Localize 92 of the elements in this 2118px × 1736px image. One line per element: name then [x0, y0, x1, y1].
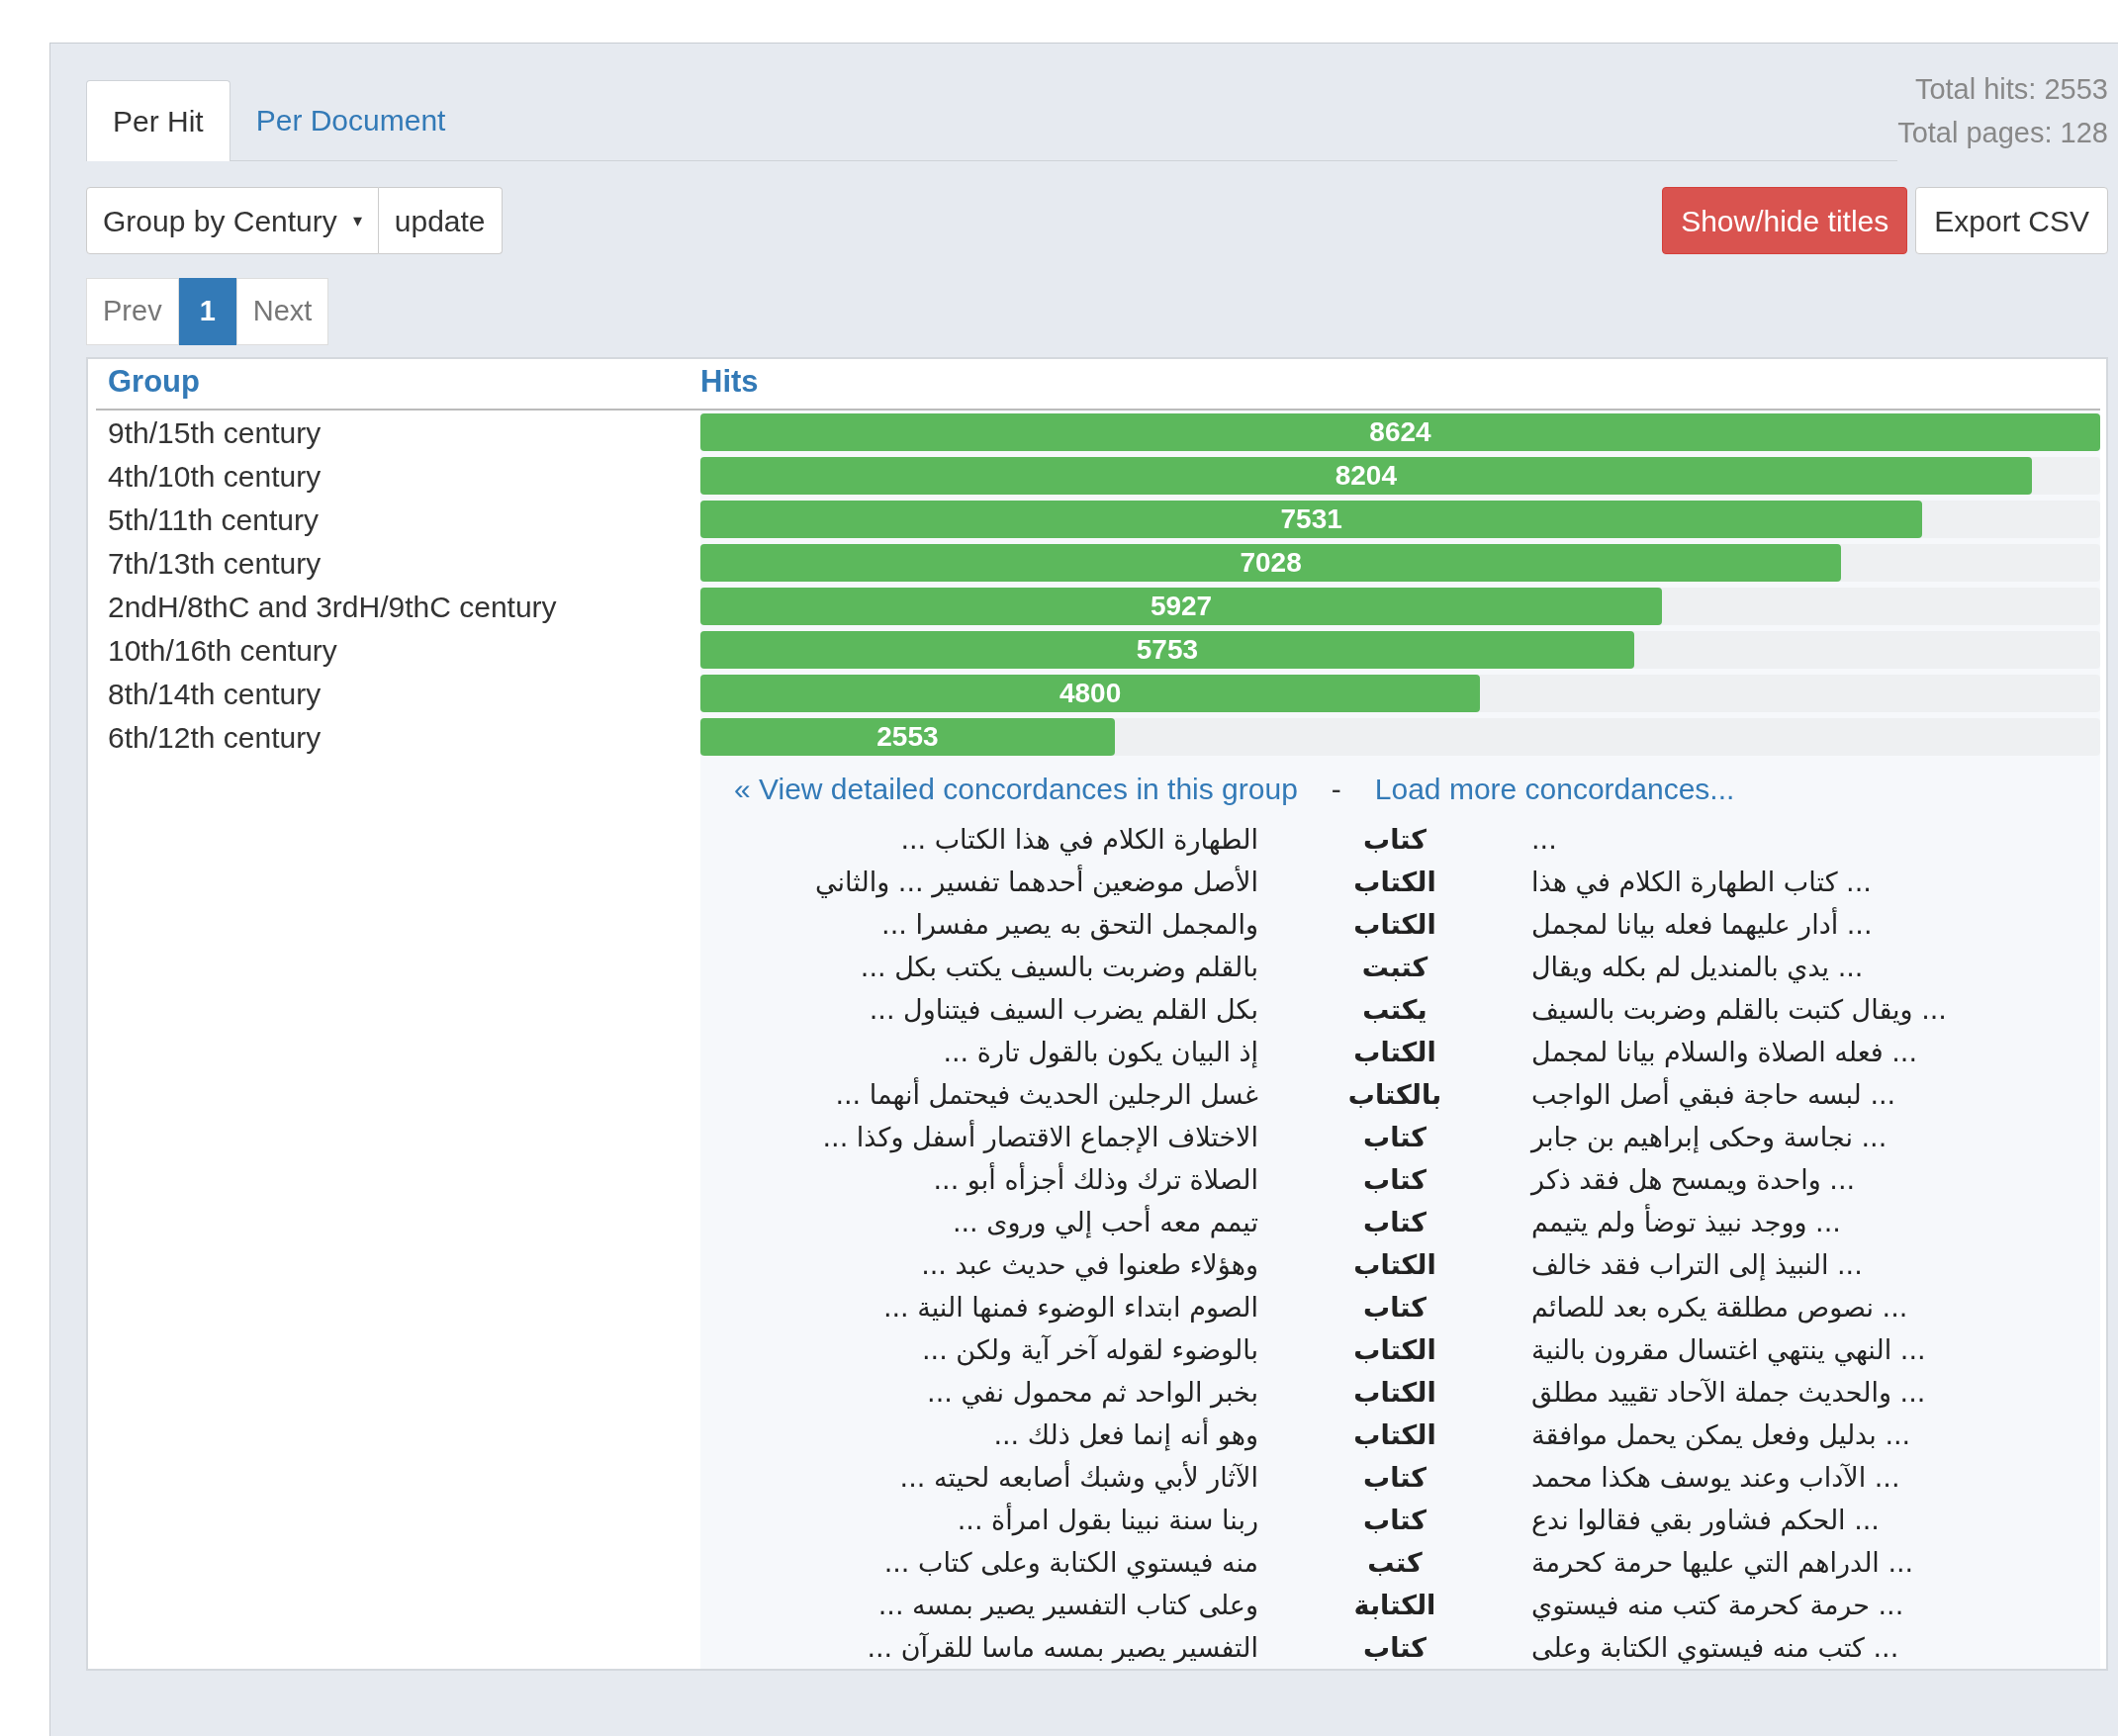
- hits-bar: 4800: [700, 675, 1481, 712]
- keyword-text: الكتاب: [1353, 1418, 1436, 1452]
- context-text: غسل الرجلين الحديث فيحتمل أنهما ...: [835, 1076, 1258, 1113]
- hits-bar: 5753: [700, 631, 1634, 669]
- context-text: ... يدي بالمنديل لم بكله ويقال: [1531, 951, 1864, 985]
- view-concordances-link[interactable]: « View detailed concordances in this group: [734, 766, 1298, 811]
- total-label: Total pages: 128: [1897, 116, 2108, 150]
- hits-bar: 5927: [700, 588, 1663, 625]
- keyword-text: كتاب: [1363, 1461, 1427, 1495]
- context-text: منه فيستوي الكتابة وعلى كتاب ...: [883, 1546, 1258, 1581]
- group-label: 6th/12th century: [108, 719, 322, 756]
- update-button[interactable]: update: [378, 187, 503, 254]
- page-button[interactable]: 1: [178, 278, 236, 345]
- context-text: وهو أنه إنما فعل ذلك ...: [993, 1416, 1258, 1453]
- context-text: ربنا سنة نبينا بقول امرأة ...: [957, 1502, 1258, 1538]
- context-text: ... والحديث جملة الآحاد تقييد مطلق: [1531, 1376, 1926, 1411]
- keyword-text: الكتاب: [1353, 1248, 1436, 1282]
- keyword-text: الكتاب: [1353, 866, 1436, 899]
- keyword-text: الكتاب: [1353, 1376, 1436, 1410]
- group-label: 2ndH/8thC and 3rdH/9thC century: [108, 589, 557, 625]
- keyword-text: كتاب: [1363, 1206, 1427, 1239]
- context-text: الصلاة ترك وذلك أجزأه أبو ...: [933, 1161, 1258, 1198]
- context-text: التفسير يصير بمسه ماسا للقرآن ...: [867, 1631, 1258, 1666]
- context-text: ... حرمة كحرمة كتب منه فيستوي: [1531, 1589, 1904, 1623]
- context-text: والمجمل التحق به يصير مفسرا ...: [881, 908, 1258, 943]
- context-text: وهؤلاء طعنوا في حديث عبد ...: [921, 1248, 1258, 1283]
- hits-bar: 7028: [700, 544, 1842, 582]
- context-text: ... أدار عليهما فعله بيانا لمجمل: [1531, 906, 1873, 943]
- keyword-text: كتاب: [1363, 823, 1427, 857]
- total-label: Total hits: 2553: [1914, 72, 2108, 107]
- group-label: 4th/10th century: [108, 458, 322, 495]
- group-label: 9th/15th century: [108, 414, 322, 451]
- context-text: بخبر الواحد ثم محمول نفي ...: [927, 1376, 1258, 1411]
- context-text: وعلى كتاب التفسير يصير بمسه ...: [877, 1589, 1258, 1623]
- context-text: ... ووجد نبيذ توضأ ولم يتيمم: [1531, 1201, 1841, 1243]
- tab[interactable]: Per Hit: [86, 80, 230, 161]
- keyword-text: كتاب: [1363, 1631, 1427, 1665]
- context-text: الطهارة الكلام في هذا الكتاب ...: [900, 823, 1258, 858]
- hits-bar: 2553: [700, 718, 1115, 756]
- keyword-text: كتاب: [1363, 1504, 1427, 1537]
- page-button[interactable]: Prev: [86, 278, 179, 345]
- context-text: ... واحدة ويمسح هل فقد ذكر: [1531, 1163, 1856, 1198]
- context-text: ... كتب منه فيستوي الكتابة وعلى: [1531, 1631, 1899, 1666]
- keyword-text: الكتاب: [1353, 1036, 1436, 1069]
- context-text: ... بدليل وفعل يمكن يحمل موافقة: [1531, 1418, 1911, 1453]
- context-text: الصوم ابتداء الوضوء فمنها النية ...: [882, 1291, 1258, 1325]
- group-by-dropdown[interactable]: Group by Century ▾: [86, 187, 379, 254]
- context-text: بكل القلم يضرب السيف فيتناول ...: [869, 993, 1258, 1028]
- context-text: بالقلم وضربت بالسيف يكتب بكل ...: [860, 951, 1258, 985]
- context-text: ... كتاب الطهارة الكلام في هذا: [1531, 866, 1872, 900]
- context-text: ... الآداب وعند يوسف هكذا محمد: [1531, 1461, 1900, 1496]
- tab[interactable]: Per Document: [230, 79, 472, 160]
- keyword-text: بالكتاب: [1347, 1078, 1442, 1112]
- keyword-text: كتاب: [1363, 1163, 1427, 1197]
- group-label: 8th/14th century: [108, 676, 322, 712]
- group-label: 10th/16th century: [108, 632, 337, 669]
- group-label: 5th/11th century: [108, 502, 319, 538]
- context-text: الآثار لأبي وشبك أصابعه لحيته ...: [899, 1459, 1258, 1496]
- context-text: ... فعله الصلاة والسلام بيانا لمجمل: [1531, 1036, 1918, 1070]
- keyword-text: كتاب: [1363, 1291, 1427, 1325]
- context-text: ... الحكم فشاور بقي فقالوا ندع: [1531, 1504, 1880, 1538]
- hits-bar: 8624: [700, 413, 2100, 451]
- keyword-text: كتبت: [1361, 951, 1428, 984]
- group-label: 7th/13th century: [108, 545, 322, 582]
- context-text: ... لبسه حاجة فبقي أصل الواجب: [1531, 1076, 1896, 1113]
- export-csv-button[interactable]: Export CSV: [1915, 187, 2108, 254]
- context-text: ... ويقال كتبت بالقلم وضربت بالسيف: [1531, 993, 1947, 1028]
- keyword-text: الكتاب: [1353, 1333, 1436, 1367]
- context-text: ... النهي ينتهي اغتسال مقرون بالنية: [1531, 1333, 1926, 1368]
- context-text: بالوضوء لقوله آخر آية ولكن ...: [922, 1333, 1258, 1368]
- show-hide-titles-button[interactable]: Show/hide titles: [1662, 187, 1908, 254]
- separator-text: -: [1331, 771, 1341, 807]
- context-text: الاختلاف الإجماع الاقتصار أسفل وكذا ...: [822, 1119, 1258, 1155]
- keyword-text: الكتاب: [1353, 908, 1436, 942]
- hits-bar: 7531: [700, 501, 1923, 538]
- column-header: Group: [107, 362, 201, 401]
- context-text: ... نجاسة وحكى إبراهيم بن جابر: [1531, 1121, 1888, 1155]
- keyword-text: الكتابة: [1353, 1589, 1436, 1622]
- context-text: إذ البيان يكون بالقول تارة ...: [943, 1036, 1258, 1070]
- keyword-text: يكتب: [1362, 993, 1427, 1027]
- keyword-text: كتب: [1367, 1546, 1423, 1580]
- column-header: Hits: [700, 362, 759, 401]
- context-text: ... الدراهم التي عليها حرمة كحرمة: [1531, 1546, 1914, 1581]
- context-text: تيمم معه أحب إلي وروى ...: [952, 1204, 1258, 1240]
- context-text: ... النبيذ إلى التراب فقد خالف: [1531, 1248, 1863, 1283]
- context-text: الأصل موضعين أحدهما تفسير ... والثاني: [815, 864, 1258, 900]
- hits-bar: 8204: [700, 457, 2032, 495]
- page-button[interactable]: Next: [235, 278, 329, 345]
- context-text: ...: [1531, 823, 1557, 857]
- load-more-link[interactable]: Load more concordances...: [1374, 766, 1735, 811]
- context-text: ... نصوص مطلقة يكره بعد للصائم: [1531, 1291, 1908, 1325]
- keyword-text: كتاب: [1363, 1121, 1427, 1154]
